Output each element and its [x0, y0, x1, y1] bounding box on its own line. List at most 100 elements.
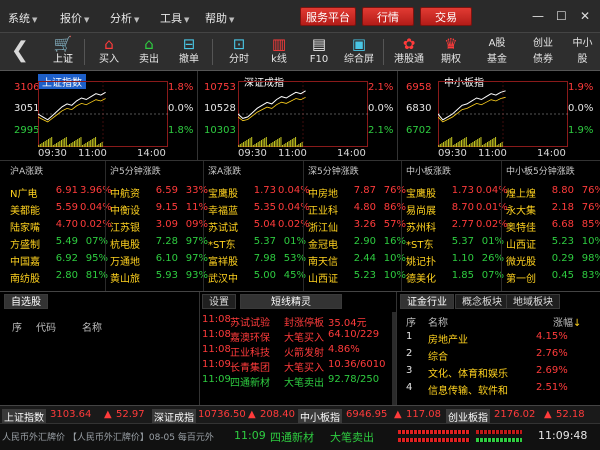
sector-row[interactable]: 4 信息传输、软件和 2.51%	[402, 382, 598, 397]
tool-a-shares[interactable]: A股 基金	[478, 35, 516, 69]
quote-header[interactable]: 中小板5分钟涨跌	[506, 164, 575, 178]
tool-options[interactable]: ♛ 期权	[432, 35, 470, 69]
quote-row[interactable]: 宝鹰股 1.73 0.04%	[406, 185, 508, 202]
quote-row[interactable]: 奥特佳 6.68 85%	[506, 219, 600, 236]
quote-row[interactable]: 中衡设 9.15 11%	[110, 202, 210, 219]
status-label[interactable]: 上证指数	[2, 409, 46, 424]
tab-concept[interactable]: 概念板块	[455, 294, 509, 309]
volume-bar	[64, 138, 66, 147]
menu-system[interactable]: 系统 ▼	[8, 10, 37, 26]
tool-shanghai[interactable]: 🛒 上证	[44, 35, 82, 69]
quote-row[interactable]: 正业科 4.80 86%	[308, 202, 408, 219]
tool-timeshare[interactable]: ⊡ 分时	[220, 35, 258, 69]
quote-row[interactable]: 方盛制 5.49 07%	[10, 236, 110, 253]
quote-header[interactable]: 深A涨跌	[208, 164, 241, 178]
quote-row[interactable]: 德美化 1.85 07%	[406, 270, 506, 287]
volume-bar	[465, 137, 467, 147]
maximize-icon[interactable]: ☐	[556, 9, 567, 23]
tool-cancel[interactable]: ⊟ 撤单	[170, 35, 208, 69]
status-label[interactable]: 中小板指	[298, 409, 342, 424]
stock-price: 6.92	[55, 253, 78, 264]
index-panel-shanghai[interactable]: 上证指数 3106 3051 2995 1.8% 0.0% 1.8% 09:30…	[0, 71, 198, 161]
quote-row[interactable]: 南纺股 2.80 81%	[10, 270, 110, 287]
tool-sell[interactable]: ⌂ 卖出	[130, 35, 168, 69]
ticker-stock[interactable]: 四通新材	[270, 429, 314, 445]
quote-row[interactable]: 陆家嘴 4.70 0.02%	[10, 219, 112, 236]
tool-chinext[interactable]: 创业 债券	[524, 35, 562, 69]
stock-price: 2.77	[451, 219, 474, 230]
tool-kline[interactable]: ▥ k线	[260, 35, 298, 69]
quote-header[interactable]: 沪A涨跌	[10, 164, 43, 178]
quote-row[interactable]: 第一创 0.45 83%	[506, 270, 600, 287]
menu-analysis[interactable]: 分析 ▼	[110, 10, 139, 26]
quote-row[interactable]: 万通地 6.10 97%	[110, 253, 210, 270]
stock-change: 95%	[85, 253, 108, 264]
quote-button[interactable]: 行情	[362, 7, 414, 26]
tab-industry[interactable]: 证金行业	[400, 294, 454, 309]
quote-row[interactable]: 姚记扑 1.10 26%	[406, 253, 506, 270]
tab-short-line-elf[interactable]: 短线精灵	[240, 294, 342, 309]
tool-buy[interactable]: ⌂ 买入	[90, 35, 128, 69]
status-label[interactable]: 深证成指	[152, 409, 196, 424]
sector-row[interactable]: 2 综合 2.76%	[402, 348, 598, 363]
service-platform-button[interactable]: 服务平台	[300, 7, 356, 26]
menu-help[interactable]: 帮助 ▼	[205, 10, 234, 26]
quote-row[interactable]: 宝鹰股 1.73 0.04%	[208, 185, 310, 202]
quote-row[interactable]: 山西证5.2310%	[506, 236, 600, 253]
col-change[interactable]: 涨幅↓	[553, 314, 581, 329]
quote-row[interactable]: 微光股 0.29 98%	[506, 253, 600, 270]
stock-price: 2.44	[353, 253, 376, 264]
tool-hk-connect[interactable]: ✿ 港股通	[390, 35, 428, 69]
quote-row[interactable]: 幸福蓝 5.35 0.04%	[208, 202, 310, 219]
quote-row[interactable]: N广电 6.91 3.96%	[10, 185, 112, 202]
quote-row[interactable]: *ST东 5.37 01%	[208, 236, 308, 253]
quote-row[interactable]: 杭电股 7.28 97%	[110, 236, 210, 253]
tool-f10[interactable]: ▤ F10	[300, 35, 338, 69]
quote-header[interactable]: 沪5分钟涨跌	[110, 164, 161, 178]
stock-change: 01%	[481, 236, 504, 247]
quote-row[interactable]: 中航资 6.59 33%	[110, 185, 210, 202]
minimize-icon[interactable]: —	[532, 9, 544, 23]
sector-row[interactable]: 3 文化、体育和娱乐 2.69%	[402, 365, 598, 380]
index-panel-shenzhen[interactable]: 深证成指 10753 10528 10303 2.1% 0.0% 2.1% 09…	[200, 71, 398, 161]
news-value: 35.04元	[328, 318, 367, 329]
back-arrow-icon[interactable]: ❮	[6, 39, 34, 65]
quote-row[interactable]: 武汉中 5.00 45%	[208, 270, 308, 287]
menu-quote[interactable]: 报价 ▼	[60, 10, 89, 26]
quote-row[interactable]: 永大集 2.18 76%	[506, 202, 600, 219]
news-value: 92.78/250	[328, 374, 380, 385]
tab-watchlist[interactable]: 自选股	[4, 294, 48, 309]
menu-tools[interactable]: 工具 ▼	[160, 10, 189, 26]
sector-index: 1	[406, 331, 413, 342]
quote-row[interactable]: 中国嘉 6.92 95%	[10, 253, 110, 270]
tool-composite[interactable]: ▣ 综合屏	[340, 35, 378, 69]
quote-row[interactable]: 中房地 7.87 76%	[308, 185, 408, 202]
close-icon[interactable]: ✕	[580, 9, 590, 23]
sector-row[interactable]: 1 房地产业 4.15%	[402, 331, 598, 346]
tab-settings[interactable]: 设置	[202, 294, 236, 309]
status-label[interactable]: 创业板指	[446, 409, 490, 424]
tool-sme[interactable]: 中小 股	[565, 35, 600, 69]
quote-header[interactable]: 中小板涨跌	[406, 164, 451, 178]
trade-button[interactable]: 交易	[420, 7, 472, 26]
quote-row[interactable]: 浙江仙 3.26 57%	[308, 219, 408, 236]
quote-row[interactable]: *ST东 5.37 01%	[406, 236, 506, 253]
quote-row[interactable]: 美都能 5.59 0.04%	[10, 202, 112, 219]
tool-label: 卖出	[139, 54, 159, 65]
index-panel-sme[interactable]: 中小板指 6958 6830 6702 1.9% 0.0% 1.9% 09:30…	[400, 71, 598, 161]
ticker-news[interactable]: 人民币外汇牌价 【人民币外汇牌价】08-05 每百元外	[2, 430, 224, 443]
quote-row[interactable]: 易尚展 8.70 0.01%	[406, 202, 508, 219]
quote-row[interactable]: 南天信 2.44 10%	[308, 253, 408, 270]
tab-region[interactable]: 地域板块	[506, 294, 560, 309]
quote-row[interactable]: 黄山旅 5.93 93%	[110, 270, 210, 287]
quote-row[interactable]: 富祥股 7.98 53%	[208, 253, 308, 270]
volume-bar	[52, 145, 54, 147]
quote-row[interactable]: 煌上煌 8.80 76%	[506, 185, 600, 202]
tool-label: A股	[488, 38, 506, 49]
quote-header[interactable]: 深5分钟涨跌	[308, 164, 359, 178]
quote-row[interactable]: 金冠电 2.90 16%	[308, 236, 408, 253]
quote-row[interactable]: 江苏银 3.09 09%	[110, 219, 210, 236]
quote-row[interactable]: 苏试试 5.04 0.02%	[208, 219, 310, 236]
quote-row[interactable]: 苏州科 2.77 0.02%	[406, 219, 508, 236]
quote-row[interactable]: 山西证5.2310%	[308, 270, 408, 287]
